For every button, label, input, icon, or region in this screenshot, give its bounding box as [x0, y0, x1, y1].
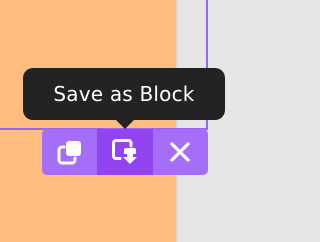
selected-block[interactable]: [0, 0, 176, 242]
tooltip-arrow: [116, 120, 134, 129]
block-edge-divider: [176, 0, 178, 242]
block-toolbar: [42, 129, 208, 175]
duplicate-button[interactable]: [42, 129, 97, 175]
delete-button[interactable]: [153, 129, 208, 175]
close-icon: [170, 142, 190, 162]
save-as-block-button[interactable]: [97, 129, 153, 175]
duplicate-icon: [57, 141, 81, 165]
save-block-icon: [111, 139, 137, 164]
tooltip: Save as Block: [23, 68, 225, 120]
tooltip-label: Save as Block: [53, 82, 195, 106]
